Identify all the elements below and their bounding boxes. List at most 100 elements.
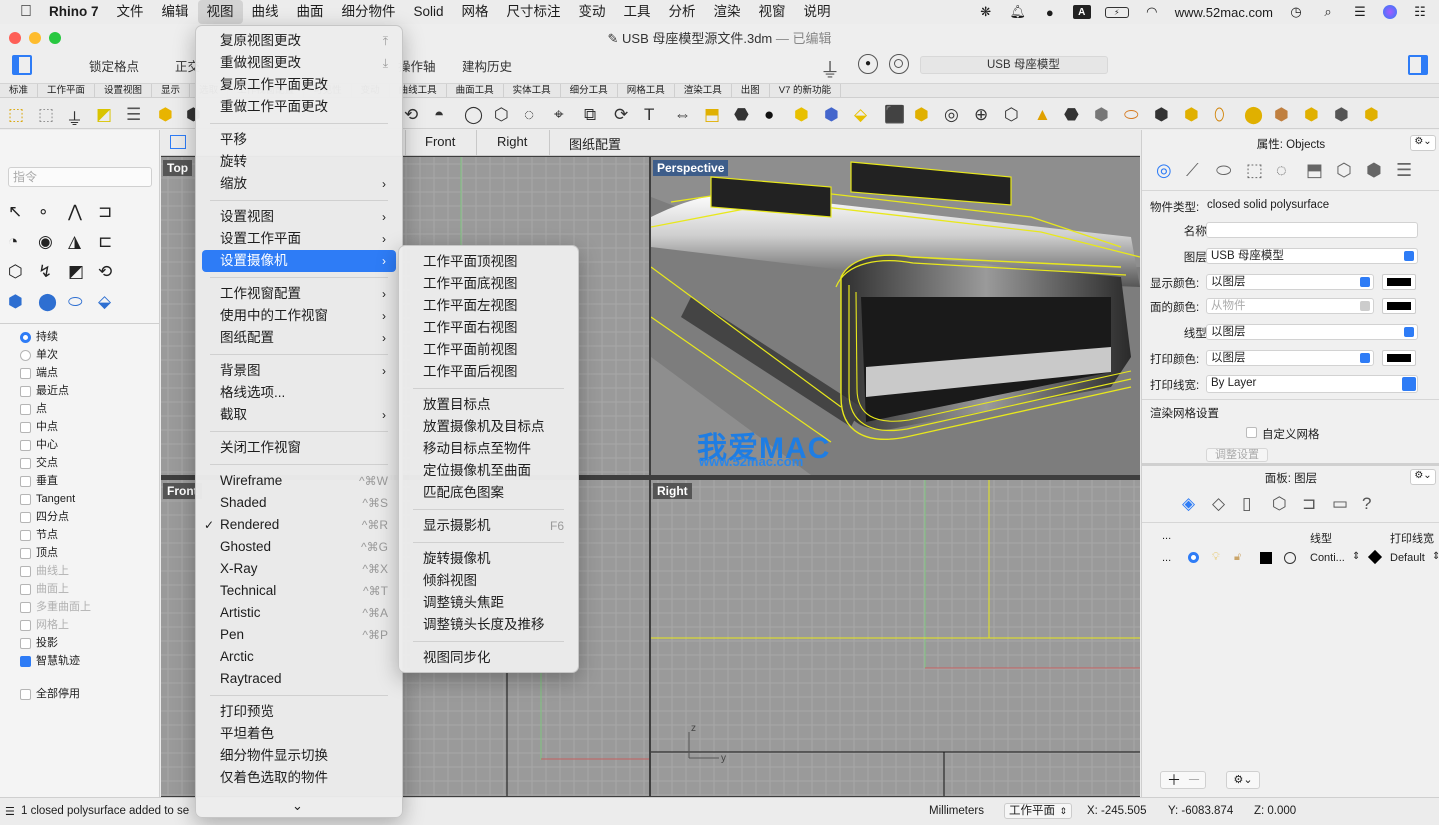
radio-button[interactable] xyxy=(20,331,31,343)
menu-变动[interactable]: 变动 xyxy=(570,0,615,24)
toolbar-tab-2[interactable]: 设置视图 xyxy=(95,84,153,97)
toolbar-tab-1[interactable]: 工作平面 xyxy=(38,84,96,97)
menu-视图[interactable]: 视图 xyxy=(197,0,243,24)
checkbox[interactable] xyxy=(20,619,31,631)
left-tool-icon-14[interactable]: ⬭ xyxy=(68,292,83,312)
view-menu-item-37[interactable]: 仅着色选取的物件 xyxy=(202,767,396,789)
property-tab-icon-3[interactable]: ⬚ xyxy=(1246,160,1263,181)
viewport-label-top[interactable]: Top xyxy=(163,160,193,176)
display-color-select[interactable]: 以图层 xyxy=(1206,274,1374,290)
tool-icon-20[interactable]: ⬢ xyxy=(794,105,814,124)
menu-编辑[interactable]: 编辑 xyxy=(153,0,198,24)
view-menu-item-36[interactable]: 细分物件显示切换 xyxy=(202,745,396,767)
tab-layouts[interactable]: 图纸配置 xyxy=(569,134,621,153)
view-menu-item-9[interactable]: 设置视图 › xyxy=(202,206,396,228)
checkbox[interactable] xyxy=(20,457,31,469)
right-panel-toggle-icon[interactable] xyxy=(1408,55,1428,75)
left-tool-icon-1[interactable]: ∘ xyxy=(38,202,49,222)
toolbar-tab-11[interactable]: 细分工具 xyxy=(561,84,618,97)
tool-icon-28[interactable]: ▲ xyxy=(1034,105,1054,124)
tool-icon-5[interactable]: ⬢ xyxy=(158,105,178,124)
text-input-icon[interactable]: A xyxy=(1072,5,1091,19)
checkbox[interactable] xyxy=(20,688,31,700)
camera-menu-item-4[interactable]: 工作平面前视图 xyxy=(405,339,572,361)
osnap-icon[interactable]: ● xyxy=(858,54,878,74)
add-remove-layer[interactable]: ＋－ xyxy=(1160,771,1206,789)
sidebar-toggle-icon[interactable] xyxy=(12,55,32,75)
linetype-select[interactable]: 以图层 xyxy=(1206,324,1418,340)
lightbulb-icon[interactable]: 💡︎ xyxy=(1212,551,1220,564)
list-icon[interactable]: ☰ xyxy=(5,805,15,818)
display-color-swatch[interactable] xyxy=(1382,274,1416,290)
tool-icon-34[interactable]: ⬯ xyxy=(1214,105,1234,124)
menu-说明[interactable]: 说明 xyxy=(795,0,840,24)
tool-icon-38[interactable]: ⬢ xyxy=(1334,105,1354,124)
tool-icon-31[interactable]: ⬭ xyxy=(1124,105,1144,124)
tool-icon-30[interactable]: ⬢ xyxy=(1094,105,1114,124)
filter-icon[interactable]: ⏚ xyxy=(820,54,840,83)
view-menu-item-28[interactable]: Technical ^⌘T xyxy=(202,580,396,602)
osnap-6[interactable]: 中心 xyxy=(20,437,58,453)
left-tool-icon-3[interactable]: ⊐ xyxy=(98,202,112,222)
view-menu-item-17[interactable]: 背景图 › xyxy=(202,360,396,382)
tool-icon-37[interactable]: ⬢ xyxy=(1304,105,1324,124)
tool-icon-32[interactable]: ⬢ xyxy=(1154,105,1174,124)
tool-icon-13[interactable]: ⧉ xyxy=(584,105,604,124)
extension-icon[interactable]: ❋ xyxy=(977,4,995,19)
view-menu-item-24[interactable]: Shaded ^⌘S xyxy=(202,492,396,514)
disable-all-osnap[interactable]: 全部停用 xyxy=(20,686,80,702)
tool-icon-19[interactable]: ● xyxy=(764,105,784,124)
left-tool-icon-12[interactable]: ⬢ xyxy=(8,292,23,312)
apple-icon[interactable]:  xyxy=(0,0,40,24)
osnap-8[interactable]: 垂直 xyxy=(20,473,58,489)
checkbox[interactable] xyxy=(20,421,31,433)
osnap-13[interactable]: 曲线上 xyxy=(20,563,69,579)
osnap-1[interactable]: 单次 xyxy=(20,347,58,363)
target-icon[interactable] xyxy=(889,54,909,74)
camera-menu-item-10[interactable]: 定位摄像机至曲面 xyxy=(405,460,572,482)
camera-menu-item-20[interactable]: 视图同步化 xyxy=(405,647,572,669)
menu-渲染[interactable]: 渲染 xyxy=(705,0,750,24)
tool-icon-22[interactable]: ⬙ xyxy=(854,105,874,124)
left-tool-icon-4[interactable]: ◔ xyxy=(8,232,18,252)
clock-icon[interactable]: ◷ xyxy=(1287,4,1305,19)
search-icon[interactable]: ⌕ xyxy=(1319,4,1337,19)
menu-尺寸标注[interactable]: 尺寸标注 xyxy=(498,0,570,24)
mouse-icon[interactable]: ● xyxy=(1041,5,1059,20)
tool-icon-26[interactable]: ⊕ xyxy=(974,105,994,124)
menu-Solid[interactable]: Solid xyxy=(405,0,453,24)
toolbar-tab-12[interactable]: 网格工具 xyxy=(618,84,675,97)
tool-icon-18[interactable]: ⬣ xyxy=(734,105,754,124)
add-icon[interactable]: ＋ xyxy=(1167,772,1181,788)
camera-menu-item-18[interactable]: 调整镜头长度及推移 xyxy=(405,614,572,636)
menu-分析[interactable]: 分析 xyxy=(660,0,705,24)
layer-tool-icon-2[interactable]: ▯ xyxy=(1242,494,1251,514)
osnap-5[interactable]: 中点 xyxy=(20,419,58,435)
checkbox[interactable] xyxy=(20,601,31,613)
camera-menu-item-15[interactable]: 旋转摄像机 xyxy=(405,548,572,570)
checkbox[interactable] xyxy=(20,547,31,559)
tool-icon-4[interactable]: ☰ xyxy=(126,105,146,124)
tool-icon-3[interactable]: ◩ xyxy=(96,105,116,124)
tool-icon-15[interactable]: T xyxy=(644,105,664,124)
tool-icon-9[interactable]: ◯ xyxy=(464,105,484,124)
property-tab-icon-0[interactable]: ◎ xyxy=(1156,160,1172,181)
tool-icon-0[interactable]: ⬚ xyxy=(8,105,28,124)
face-color-swatch[interactable] xyxy=(1382,298,1416,314)
camera-menu-item-0[interactable]: 工作平面顶视图 xyxy=(405,251,572,273)
checkbox[interactable] xyxy=(20,439,31,451)
layer-linetype[interactable]: Conti... xyxy=(1310,552,1345,564)
print-color-swatch[interactable] xyxy=(1382,350,1416,366)
custom-mesh-checkbox[interactable] xyxy=(1246,427,1257,438)
toolbar-tab-14[interactable]: 出图 xyxy=(732,84,770,97)
history-toggle[interactable]: 建构历史 xyxy=(462,56,512,75)
osnap-12[interactable]: 顶点 xyxy=(20,545,58,561)
viewport-perspective[interactable]: Perspective 我爱MAC www.52mac.com xyxy=(651,157,1140,475)
menu-网格[interactable]: 网格 xyxy=(453,0,498,24)
layer-printwidth[interactable]: Default xyxy=(1390,552,1425,564)
camera-menu-item-5[interactable]: 工作平面后视图 xyxy=(405,361,572,383)
tool-icon-8[interactable]: ◓ xyxy=(434,105,454,124)
lock-grid-toggle[interactable]: 锁定格点 xyxy=(89,56,139,75)
view-menu-item-26[interactable]: Ghosted ^⌘G xyxy=(202,536,396,558)
current-layer-radio[interactable] xyxy=(1188,552,1199,563)
